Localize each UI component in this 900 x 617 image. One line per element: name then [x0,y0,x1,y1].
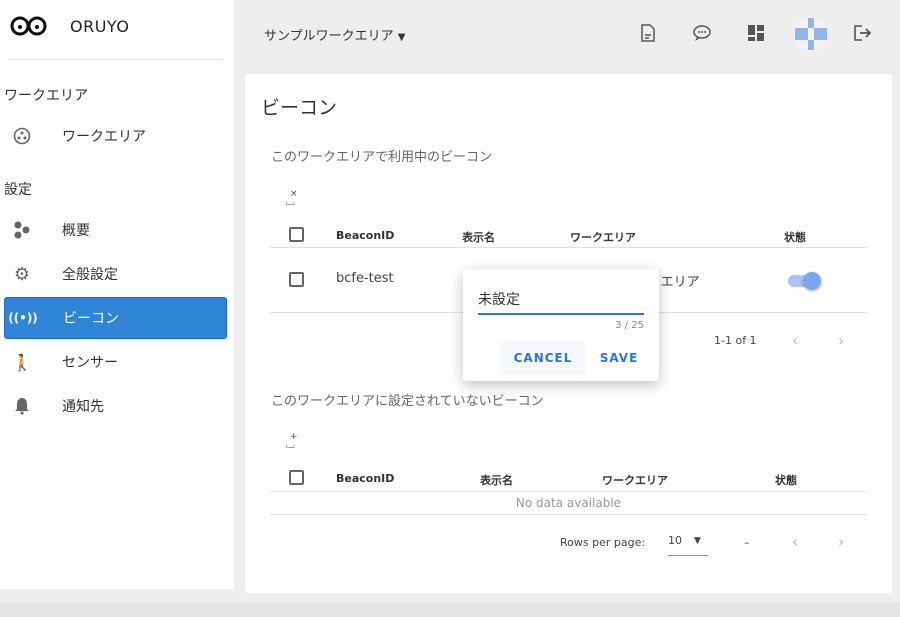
sidebar-item-notification[interactable]: 通知先 [4,385,227,427]
unused-beacons-subtitle: このワークエリアに設定されていないビーコン [271,394,544,409]
no-data-message: No data available [515,496,622,510]
rows-per-page-value: 10 [668,534,682,547]
gear-icon: ⚙ [13,263,31,285]
add-beacon-icon[interactable]: ⌴ + [286,432,298,452]
sidebar-item-label: 通知先 [62,399,104,415]
oruyo-logo-icon [10,14,48,38]
character-counter: 3 / 25 [615,320,644,331]
edit-display-name-dialog: 未設定 3 / 25 CANCEL SAVE [463,269,659,381]
column-workarea[interactable]: ワークエリア [602,472,668,488]
cancel-button[interactable]: CANCEL [500,341,586,375]
document-icon[interactable] [637,22,659,44]
overview-icon [4,221,40,239]
save-button[interactable]: SAVE [593,341,645,375]
column-beacon-id[interactable]: BeaconID [336,472,394,485]
beacon-icon: ((•)) [8,311,38,325]
table-header: BeaconID 表示名 ワークエリア 状態 [270,462,867,492]
bottom-bar [0,603,900,617]
select-all-checkbox[interactable] [289,470,304,485]
caret-down-icon: ▼ [397,32,406,43]
logout-icon[interactable] [852,22,874,44]
app-name: ORUYO [70,17,130,36]
status-toggle[interactable] [788,272,821,290]
dashboard-icon[interactable] [745,22,767,44]
next-page-icon[interactable]: › [838,331,844,350]
caret-down-icon: ▼ [694,536,701,546]
divider [7,59,223,60]
pagination-range: – [744,536,750,549]
column-workarea[interactable]: ワークエリア [570,229,636,245]
sidebar-item-workarea[interactable]: ワークエリア [4,115,227,157]
column-display-name[interactable]: 表示名 [480,472,513,488]
avatar[interactable] [794,17,828,51]
select-all-checkbox[interactable] [289,227,304,242]
sidebar-item-sensor[interactable]: 🚶 センサー [4,341,227,383]
table-header: BeaconID 表示名 ワークエリア 状態 [270,219,867,249]
sidebar-item-general-settings[interactable]: ⚙ 全般設定 [4,253,227,295]
section-settings: 設定 [4,182,32,198]
sidebar-item-label: ワークエリア [62,129,146,145]
next-page-icon[interactable]: › [838,532,844,551]
beacon-id: bcfe-test [336,271,394,286]
bell-icon [4,397,40,415]
sidebar-item-beacon[interactable]: ((•)) ビーコン [4,297,227,339]
prev-page-icon[interactable]: ‹ [792,331,798,350]
sidebar-item-label: 全般設定 [62,267,118,283]
row-checkbox[interactable] [289,272,304,287]
sensor-icon: 🚶 [12,352,32,372]
rows-per-page-label: Rows per page: [560,536,646,549]
sidebar-item-label: 概要 [62,223,90,239]
column-status[interactable]: 状態 [784,229,806,245]
top-bar: サンプルワークエリア ▼ [234,0,900,66]
pagination-range: 1-1 of 1 [714,334,757,347]
sidebar: ORUYO ワークエリア ワークエリア 設定 概要 ⚙ 全般設定 ((•)) ビ… [0,0,234,589]
prev-page-icon[interactable]: ‹ [792,532,798,551]
page-title: ビーコン [261,97,338,119]
column-status[interactable]: 状態 [775,472,797,488]
column-display-name[interactable]: 表示名 [462,229,495,245]
sidebar-item-label: センサー [62,355,118,371]
sidebar-item-label: ビーコン [63,311,119,327]
rows-per-page-select[interactable]: 10 ▼ [668,534,708,556]
column-beacon-id[interactable]: BeaconID [336,229,394,242]
input-value: 未設定 [478,292,520,308]
workspace-selector[interactable]: サンプルワークエリア ▼ [264,25,405,44]
display-name-input[interactable]: 未設定 [478,289,644,315]
remove-beacon-icon[interactable]: ⌴ × [286,189,298,209]
divider [270,491,867,492]
sidebar-item-overview[interactable]: 概要 [4,209,227,251]
section-workarea: ワークエリア [4,88,88,104]
workarea-icon [4,127,40,145]
used-beacons-subtitle: このワークエリアで利用中のビーコン [271,150,493,165]
chat-icon[interactable] [691,22,713,44]
workspace-name: サンプルワークエリア [264,29,394,44]
divider [270,514,867,515]
